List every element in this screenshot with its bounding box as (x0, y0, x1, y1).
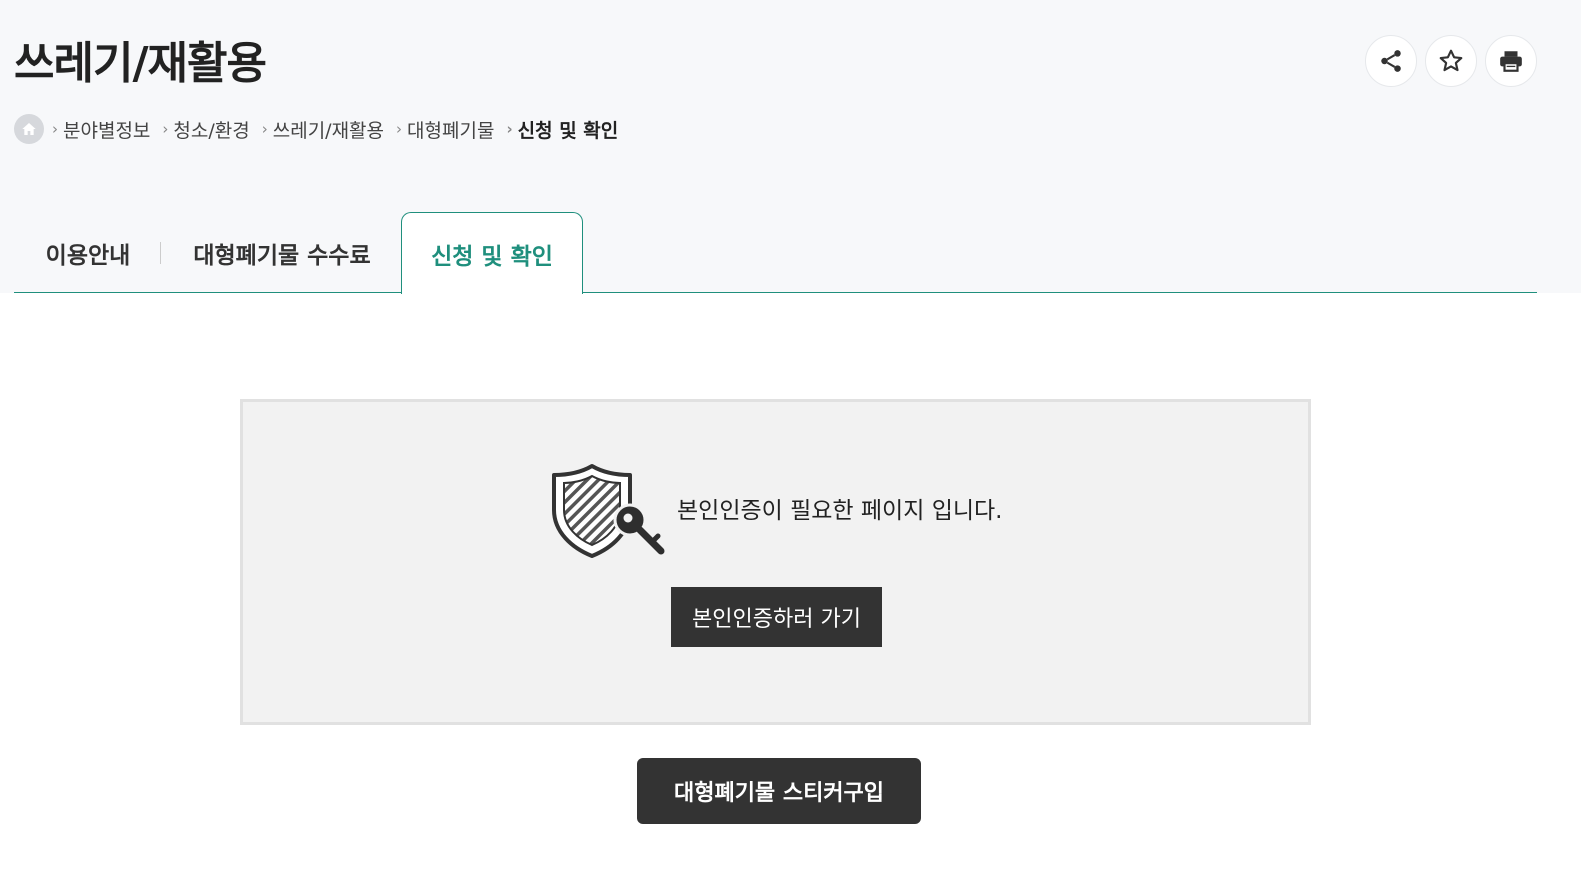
breadcrumb-item[interactable]: › 쓰레기/재활용 (262, 116, 384, 143)
breadcrumb-item[interactable]: › 분야별정보 (52, 116, 150, 143)
auth-required-box: 본인인증이 필요한 페이지 입니다. 본인인증하러 가기 (240, 399, 1311, 725)
page-tools (1365, 35, 1537, 87)
tab-apply-check[interactable]: 신청 및 확인 (401, 212, 583, 294)
page-header: 쓰레기/재활용 › 분야별정보 › 청소/환경 › 쓰레기/재활용 › 대형폐기… (0, 0, 1581, 294)
breadcrumb-item[interactable]: › 대형폐기물 (396, 116, 494, 143)
shield-key-icon (552, 464, 665, 558)
share-button[interactable] (1365, 35, 1417, 87)
home-link[interactable] (14, 114, 44, 144)
chevron-right-icon: › (52, 120, 58, 138)
home-icon (22, 123, 36, 135)
share-icon (1381, 50, 1401, 72)
page-title: 쓰레기/재활용 (14, 38, 267, 89)
print-button[interactable] (1485, 35, 1537, 87)
print-icon (1500, 51, 1522, 72)
breadcrumb-current: › 신청 및 확인 (506, 119, 619, 142)
chevron-right-icon: › (162, 120, 169, 138)
star-icon (1439, 49, 1463, 72)
tab-bar: 이용안내 대형폐기물 수수료 신청 및 확인 (14, 212, 1537, 294)
tab-divider (160, 242, 161, 264)
tab-usage-guide[interactable]: 이용안내 (28, 212, 148, 293)
auth-message: 본인인증이 필요한 페이지 입니다. (677, 498, 1003, 524)
chevron-right-icon: › (396, 120, 403, 138)
bookmark-button[interactable] (1425, 35, 1477, 87)
breadcrumb: › 분야별정보 › 청소/환경 › 쓰레기/재활용 › 대형폐기물 › 신청 및… (14, 114, 630, 144)
tab-fee[interactable]: 대형폐기물 수수료 (182, 212, 382, 293)
breadcrumb-item[interactable]: › 청소/환경 (162, 116, 249, 143)
identity-verify-button[interactable]: 본인인증하러 가기 (671, 587, 882, 647)
chevron-right-icon: › (261, 120, 268, 138)
sticker-purchase-button[interactable]: 대형폐기물 스티커구입 (637, 758, 921, 824)
chevron-right-icon: › (506, 120, 513, 138)
